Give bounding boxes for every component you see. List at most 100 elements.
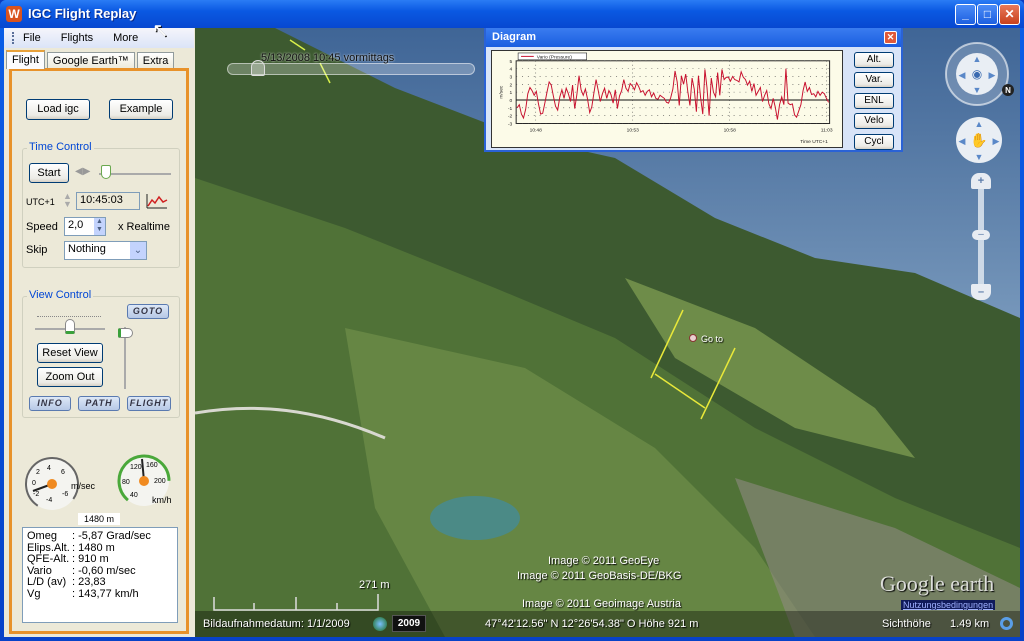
time-control-label: Time Control <box>27 141 94 153</box>
y-tick-label: 0 <box>510 98 513 104</box>
speed-label: Speed <box>26 221 58 233</box>
info-row: Omeg: -5,87 Grad/sec <box>27 530 151 542</box>
goto-button[interactable]: GOTO <box>127 304 169 319</box>
minimize-icon: _ <box>962 7 969 21</box>
app-window: W IGC Flight Replay _ □ ✕ File Flights M… <box>0 0 1024 641</box>
altitude-readout: 1480 m <box>78 513 120 525</box>
diagram-toggle-icon[interactable] <box>145 192 169 210</box>
velocity-chart-button[interactable]: Velo <box>854 113 894 129</box>
zoom-out-icon[interactable]: – <box>971 284 991 300</box>
vario-tick-m2: -2 <box>33 491 39 498</box>
tab-flight[interactable]: Flight <box>6 50 45 69</box>
time-slider-thumb[interactable] <box>101 165 111 179</box>
look-down-icon[interactable]: ▼ <box>973 85 982 95</box>
speed-tick-80: 80 <box>122 479 130 486</box>
vario-chart-button[interactable]: Var. <box>854 72 894 88</box>
terms-link[interactable]: Nutzungsbedingungen <box>901 600 996 610</box>
vario-unit-label: m/sec <box>71 481 96 491</box>
move-left-icon[interactable]: ◀ <box>959 136 966 146</box>
zoom-in-icon[interactable]: + <box>971 173 991 189</box>
close-icon: ✕ <box>1004 7 1015 21</box>
menu-more[interactable]: More <box>113 32 138 44</box>
load-igc-button[interactable]: Load igc <box>26 99 90 120</box>
minimize-button[interactable]: _ <box>955 4 976 25</box>
move-right-icon[interactable]: ▶ <box>993 136 1000 146</box>
y-tick-label: -1 <box>508 106 513 112</box>
placemark-icon[interactable] <box>689 334 697 342</box>
start-button[interactable]: Start <box>29 163 69 183</box>
timezone-label: UTC+1 <box>26 197 55 207</box>
altitude-chart-button[interactable]: Alt. <box>854 52 894 68</box>
north-icon[interactable]: N <box>1005 86 1011 95</box>
legend-label: Vario (Pressure) <box>537 54 573 60</box>
step-arrows-icon[interactable]: ◀▶ <box>75 166 90 177</box>
view-v-slider-thumb[interactable] <box>118 328 133 338</box>
menu-file[interactable]: File <box>23 32 41 44</box>
diagram-close-icon[interactable]: ✕ <box>884 31 897 44</box>
placemark-label[interactable]: Go to <box>701 334 723 344</box>
maximize-button[interactable]: □ <box>977 4 998 25</box>
historical-imagery-clock-icon[interactable] <box>373 617 387 631</box>
vario-chart: 5 43 2 1 0 -1 -2-3 10:48 10:53 10:58 11:03 Time UTC… <box>491 50 843 148</box>
x-tick-label: 10:58 <box>724 127 736 133</box>
vario-tick-m6: -6 <box>62 491 68 498</box>
look-right-icon[interactable]: ▶ <box>989 70 996 80</box>
time-spinner-icon[interactable]: ▲ ▼ <box>63 192 72 209</box>
diagram-window: Diagram ✕ 5 4 3 2 1 0 -1 -2 -3 10:48 10:53 10:58 11:0… <box>484 28 903 152</box>
y-tick-label: 1 <box>510 90 513 96</box>
menu-flights[interactable]: Flights <box>61 32 93 44</box>
speed-unit-label: x Realtime <box>118 221 170 233</box>
look-left-icon[interactable]: ◀ <box>959 70 966 80</box>
look-joystick[interactable]: ◉ ▲ ▼ ◀ ▶ N <box>945 38 1015 118</box>
move-down-icon[interactable]: ▼ <box>975 152 984 162</box>
vario-tick-2: 2 <box>36 469 40 476</box>
zoom-slider-thumb[interactable]: – <box>972 230 990 240</box>
toolbar-grip-icon[interactable] <box>12 32 15 44</box>
look-up-icon[interactable]: ▲ <box>973 54 982 64</box>
y-tick-label: 2 <box>510 82 513 88</box>
x-axis-label: Time UTC+1 <box>800 139 828 145</box>
skip-label: Skip <box>26 244 48 256</box>
info-row: QFE-Alt.: 910 m <box>27 553 109 565</box>
move-up-icon[interactable]: ▲ <box>975 119 984 129</box>
time-field[interactable]: 10:45:03 <box>76 192 140 210</box>
diagram-title-bar[interactable]: Diagram ✕ <box>486 28 901 47</box>
flight-button[interactable]: FLIGHT <box>127 396 171 411</box>
close-button[interactable]: ✕ <box>999 4 1020 25</box>
year-badge[interactable]: 2009 <box>392 615 426 632</box>
chevron-down-icon[interactable]: ⌄ <box>130 242 146 259</box>
speed-tick-160: 160 <box>146 462 158 469</box>
view-h-slider-thumb[interactable] <box>65 319 75 334</box>
speed-spinner-icon[interactable]: ▲ ▼ <box>94 218 105 235</box>
path-button[interactable]: PATH <box>78 396 120 411</box>
enl-chart-button[interactable]: ENL <box>854 93 894 109</box>
reset-view-button[interactable]: Reset View <box>37 343 103 363</box>
diagram-title: Diagram <box>492 31 537 43</box>
lake <box>430 496 520 540</box>
move-joystick[interactable]: ✋ ▲ ▼ ◀ ▶ <box>955 116 1005 166</box>
cycle-chart-button[interactable]: Cycl <box>854 134 894 150</box>
credit-geoeye: Image © 2011 GeoEye <box>548 555 660 567</box>
app-logo-icon: W <box>6 6 22 22</box>
scale-bar <box>213 594 379 611</box>
x-tick-label: 10:53 <box>627 127 639 133</box>
tab-google-earth[interactable]: Google Earth™ <box>46 52 135 69</box>
tab-extra[interactable]: Extra <box>136 52 175 69</box>
streaming-indicator-icon <box>1000 617 1013 630</box>
view-control-group: View Control GOTO Reset View Zoom Out IN… <box>22 289 180 418</box>
speed-tick-200: 200 <box>154 478 166 485</box>
info-button[interactable]: INFO <box>29 396 71 411</box>
x-tick-label: 11:03 <box>821 127 833 133</box>
scale-label: 271 m <box>359 579 390 591</box>
eye-altitude-value: 1.49 km <box>950 618 990 630</box>
example-button[interactable]: Example <box>109 99 173 120</box>
info-row: Vg: 143,77 km/h <box>27 587 139 600</box>
y-tick-label: 4 <box>510 67 513 73</box>
y-tick-label: -2 <box>508 114 513 120</box>
y-tick-label: 3 <box>510 74 513 80</box>
eye-altitude-label: Sichthöhe <box>882 618 931 630</box>
tab-strip: Flight Google Earth™ Extra <box>6 50 176 69</box>
zoom-out-button[interactable]: Zoom Out <box>37 367 103 387</box>
google-earth-view[interactable]: 5/13/2008 10:45 vormittags Go to Diagram… <box>195 28 1020 637</box>
vario-tick-m4: -4 <box>46 497 52 504</box>
